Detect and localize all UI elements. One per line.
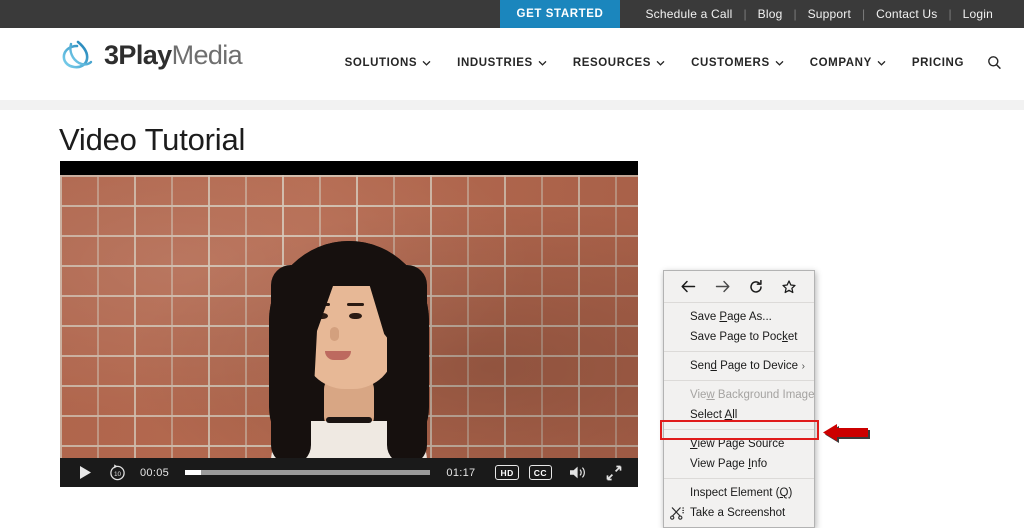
menu-item-label: Save Page As... — [690, 311, 772, 323]
forward-icon[interactable] — [709, 275, 735, 299]
logo-wordmark: 3PlayMedia — [104, 39, 243, 71]
menu-separator — [664, 351, 814, 352]
menu-item-save-page-to-pocket[interactable]: Save Page to Pocket — [664, 327, 814, 347]
chevron-down-icon — [775, 57, 784, 69]
nav-item-resources[interactable]: RESOURCES — [573, 57, 665, 69]
video-duration: 01:17 — [446, 466, 476, 479]
left-arrow-annotation-icon — [818, 419, 870, 450]
menu-item-view-page-info[interactable]: View Page Info — [664, 454, 814, 474]
menu-separator — [664, 478, 814, 479]
nav-item-customers[interactable]: CUSTOMERS — [691, 57, 784, 69]
menu-item-label: Select All — [690, 409, 738, 421]
video-progress-fill — [185, 470, 201, 475]
menu-item-view-page-source[interactable]: View Page Source — [664, 434, 814, 454]
nav-label: COMPANY — [809, 56, 872, 69]
back-icon[interactable] — [676, 275, 702, 299]
hd-toggle-button[interactable]: HD — [495, 465, 519, 480]
nav-label: INDUSTRIES — [457, 56, 533, 69]
menu-item-take-a-screenshot[interactable]: Take a Screenshot — [664, 503, 814, 523]
video-letterbox — [60, 161, 638, 175]
video-player[interactable]: 10 00:05 01:17 HD CC — [60, 161, 638, 487]
menu-item-label: View Background Image — [690, 389, 815, 401]
submenu-chevron-icon: › — [801, 360, 805, 372]
reload-icon[interactable] — [743, 275, 769, 299]
top-utility-bar: GET STARTED Schedule a Call | Blog | Sup… — [0, 0, 1024, 28]
menu-item-select-all[interactable]: Select All — [664, 405, 814, 425]
page-title: Video Tutorial — [59, 122, 246, 157]
video-subject-person — [263, 235, 435, 481]
top-link-blog[interactable]: Blog — [747, 7, 794, 21]
chevron-down-icon — [877, 57, 886, 69]
nav-label: SOLUTIONS — [344, 56, 418, 69]
search-icon[interactable] — [987, 55, 1002, 70]
subject-hair-left — [271, 265, 311, 465]
get-started-button[interactable]: GET STARTED — [499, 0, 621, 28]
menu-separator — [664, 429, 814, 430]
top-link-schedule-a-call[interactable]: Schedule a Call — [634, 7, 743, 21]
bookmark-star-icon[interactable] — [776, 275, 802, 299]
menu-separator — [664, 380, 814, 381]
nav-item-solutions[interactable]: SOLUTIONS — [345, 57, 432, 69]
menu-item-label: Inspect Element (Q) — [690, 487, 793, 499]
rewind-10-icon[interactable]: 10 — [104, 464, 130, 481]
svg-text:10: 10 — [113, 471, 121, 478]
cc-toggle-button[interactable]: CC — [528, 465, 552, 480]
chevron-down-icon — [538, 57, 547, 69]
top-link-contact-us[interactable]: Contact Us — [865, 7, 948, 21]
logo-light-text: Media — [171, 39, 243, 70]
menu-item-view-background-image: View Background Image — [664, 385, 814, 405]
nav-label: CUSTOMERS — [691, 56, 770, 69]
menu-item-label: Take a Screenshot — [690, 507, 786, 519]
top-link-support[interactable]: Support — [797, 7, 862, 21]
video-progress-bar[interactable] — [185, 470, 431, 475]
screenshot-scissors-icon — [670, 506, 685, 520]
context-menu-icon-row — [664, 271, 814, 303]
volume-on-icon[interactable] — [566, 465, 590, 480]
3play-swirl-logo-icon — [58, 38, 96, 72]
menu-item-save-page-as[interactable]: Save Page As... — [664, 307, 814, 327]
chevron-down-icon — [656, 57, 665, 69]
subject-hair-right — [387, 265, 427, 465]
nav-item-pricing[interactable]: PRICING — [912, 57, 964, 69]
menu-item-inspect-element[interactable]: Inspect Element (Q) — [664, 483, 814, 503]
video-current-time: 00:05 — [140, 466, 170, 479]
menu-item-label: View Page Source — [690, 438, 785, 450]
header-bottom-band — [0, 100, 1024, 110]
chevron-down-icon — [422, 57, 431, 69]
video-controls-bar: 10 00:05 01:17 HD CC — [60, 458, 638, 487]
nav-item-company[interactable]: COMPANY — [810, 57, 886, 69]
play-icon[interactable] — [70, 465, 100, 480]
browser-context-menu[interactable]: Save Page As... Save Page to Pocket Send… — [663, 270, 815, 528]
subject-nose — [330, 327, 339, 341]
top-link-login[interactable]: Login — [952, 7, 1004, 21]
menu-item-send-page-to-device[interactable]: Send Page to Device › — [664, 356, 814, 376]
menu-item-label: Save Page to Pocket — [690, 331, 798, 343]
subject-eye-right — [349, 313, 362, 319]
context-menu-items: Save Page As... Save Page to Pocket Send… — [664, 303, 814, 527]
nav-label: PRICING — [911, 56, 964, 69]
subject-choker — [326, 417, 372, 423]
menu-item-label: View Page Info — [690, 458, 768, 470]
nav-item-industries[interactable]: INDUSTRIES — [457, 57, 547, 69]
logo-bold-text: 3Play — [104, 39, 172, 70]
subject-eyebrow-right — [347, 303, 364, 306]
fullscreen-icon[interactable] — [602, 465, 626, 481]
main-navigation: SOLUTIONS INDUSTRIES RESOURCES CUSTOMERS… — [332, 55, 1014, 70]
top-links: Schedule a Call | Blog | Support | Conta… — [620, 0, 1024, 28]
nav-label: RESOURCES — [572, 56, 652, 69]
site-logo[interactable]: 3PlayMedia — [58, 38, 243, 72]
menu-item-label: Send Page to Device — [690, 360, 799, 372]
